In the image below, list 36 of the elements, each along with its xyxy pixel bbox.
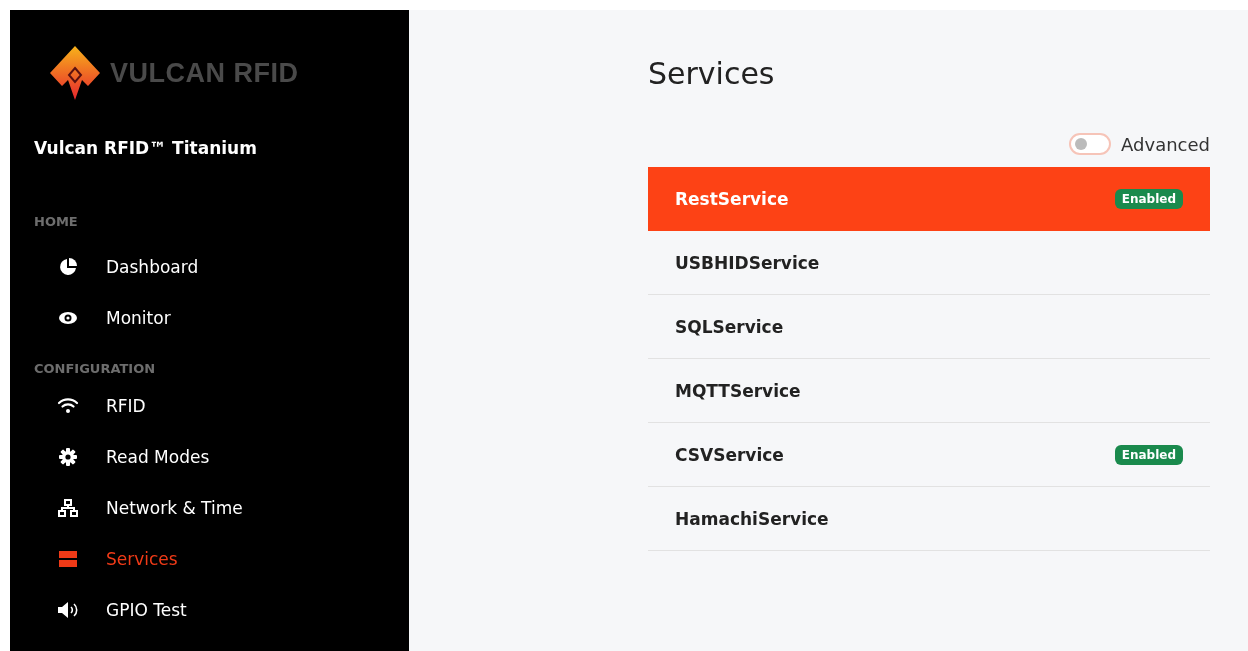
status-badge: Enabled (1114, 188, 1183, 209)
section-heading: HOME (34, 214, 79, 229)
service-row[interactable]: CSVService Enabled (648, 423, 1210, 487)
status-badge: Enabled (1114, 444, 1183, 465)
advanced-toggle[interactable] (1069, 133, 1112, 155)
nav-item[interactable]: Read Modes (34, 431, 409, 482)
logo-icon (50, 46, 100, 100)
eye-icon (58, 310, 78, 325)
nav-item[interactable]: GPIO Test (34, 584, 409, 635)
pie-chart-icon (59, 257, 77, 276)
network-icon (58, 498, 78, 517)
service-name: SQLService (675, 316, 784, 337)
service-name: RestService (675, 188, 789, 209)
section-heading: CONFIGURATION (34, 361, 157, 376)
service-row[interactable]: RestService Enabled (648, 167, 1210, 231)
service-row[interactable]: SQLService (648, 295, 1210, 359)
nav-item[interactable]: Monitor (34, 292, 409, 343)
nav-item[interactable]: Services (34, 533, 409, 584)
service-row[interactable]: USBHIDService (648, 231, 1210, 295)
server-icon (59, 549, 77, 568)
logo-text: VULCAN RFID (110, 57, 299, 89)
gear-icon (59, 447, 77, 466)
nav-item[interactable]: RFID (34, 380, 409, 431)
service-name: CSVService (675, 444, 784, 465)
nav-item[interactable]: Network & Time (34, 482, 409, 533)
service-row[interactable]: MQTTService (648, 359, 1210, 423)
toggle-label: Advanced (1121, 133, 1210, 155)
product-name: Vulcan RFID™ Titanium (34, 138, 258, 158)
service-row[interactable]: HamachiService (648, 487, 1210, 551)
nav-item[interactable]: Dashboard (34, 241, 409, 292)
wifi-icon (57, 397, 79, 414)
service-name: HamachiService (675, 508, 829, 529)
service-name: USBHIDService (675, 252, 820, 273)
page-title: Services (648, 56, 776, 91)
speaker-icon (57, 601, 79, 618)
service-name: MQTTService (675, 380, 801, 401)
